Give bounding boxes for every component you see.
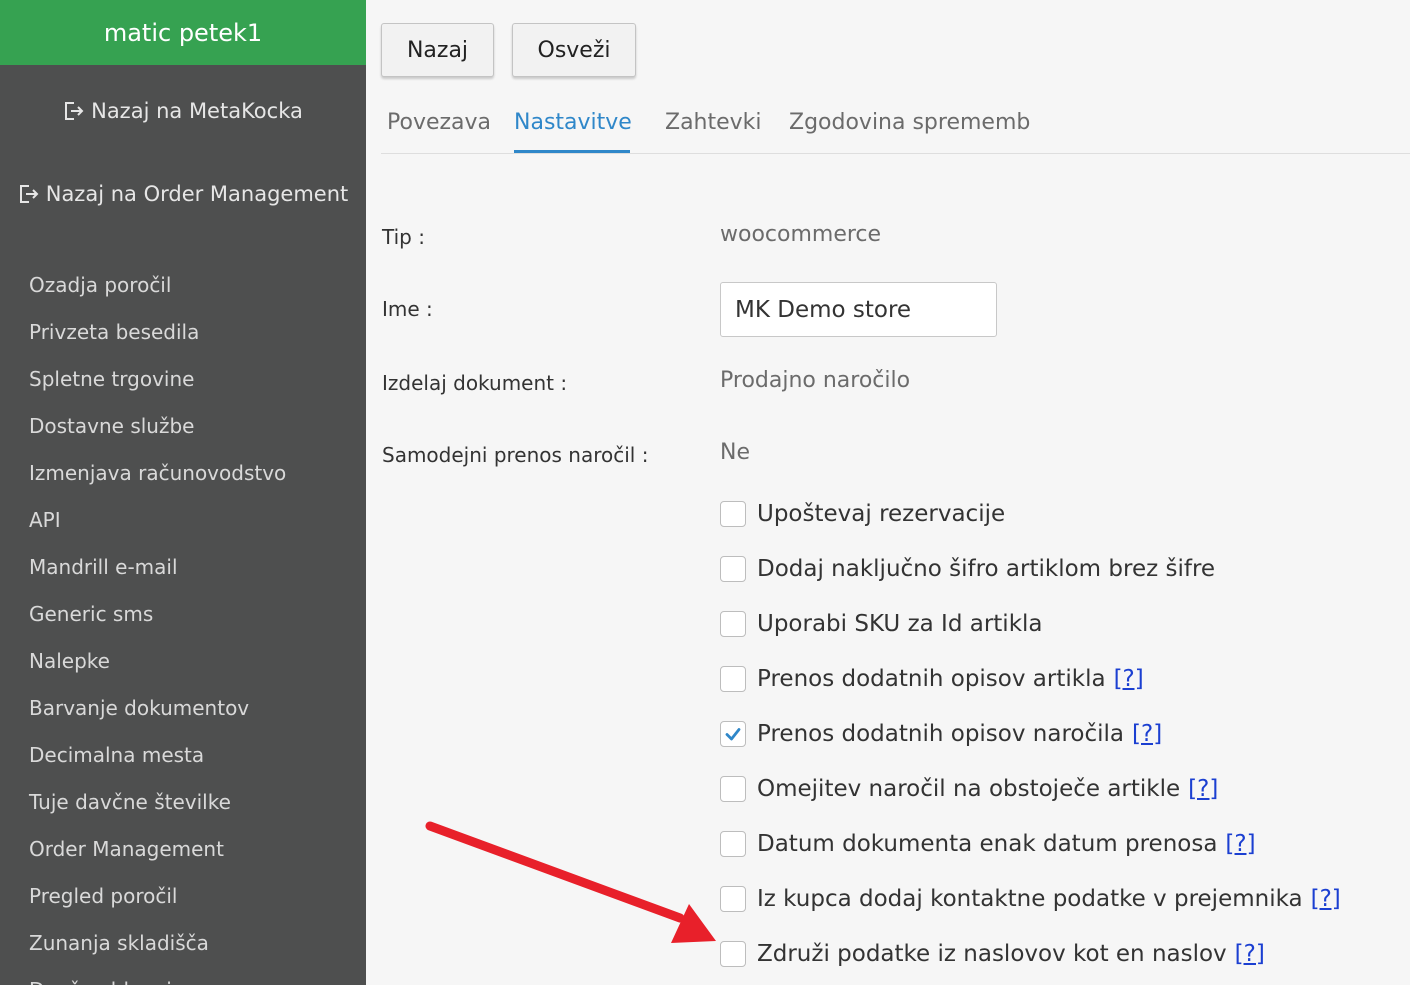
option-label: Omejitev naročil na obstoječe artikle (757, 775, 1181, 802)
checkbox[interactable] (720, 610, 746, 637)
checkbox[interactable] (720, 665, 746, 692)
sidebar-item-external-warehouses[interactable]: Zunanja skladišča (29, 920, 286, 967)
refresh-button[interactable]: Osveži (512, 23, 636, 77)
checkbox[interactable] (720, 940, 746, 967)
sidebar-item-tax-register[interactable]: Davčno blagajno (29, 967, 286, 985)
sidebar-item-delivery-services[interactable]: Dostavne službe (29, 403, 286, 450)
sidebar-item-decimal-places[interactable]: Decimalna mesta (29, 732, 286, 779)
option-document-date: Datum dokumenta enak datum prenosa [?] (720, 816, 1256, 871)
create-document-value: Prodajno naročilo (720, 368, 911, 393)
option-label: Uporabi SKU za Id artikla (757, 610, 1043, 637)
sidebar-item-document-coloring[interactable]: Barvanje dokumentov (29, 685, 286, 732)
option-use-sku: Uporabi SKU za Id artikla (720, 596, 1043, 651)
sidebar-item-generic-sms[interactable]: Generic sms (29, 591, 286, 638)
type-label: Tip : (382, 225, 425, 249)
user-name[interactable]: matic petek1 (0, 0, 366, 65)
back-to-order-management-link[interactable]: Nazaj na Order Management (0, 174, 366, 214)
checkbox[interactable] (720, 885, 746, 912)
checkbox[interactable] (720, 830, 746, 857)
sidebar-item-report-backgrounds[interactable]: Ozadja poročil (29, 262, 286, 309)
option-merge-addresses: Združi podatke iz naslovov kot en naslov… (720, 926, 1265, 981)
create-document-label: Izdelaj dokument : (382, 371, 568, 395)
option-label: Prenos dodatnih opisov artikla (757, 665, 1106, 692)
option-item-descriptions: Prenos dodatnih opisov artikla [?] (720, 651, 1144, 706)
sidebar-item-web-shops[interactable]: Spletne trgovine (29, 356, 286, 403)
main-content: Nazaj Osveži Povezava Nastavitve Zahtevk… (366, 0, 1410, 985)
help-link[interactable]: [?] (1132, 721, 1162, 747)
sidebar-item-api[interactable]: API (29, 497, 286, 544)
sidebar-item-default-texts[interactable]: Privzeta besedila (29, 309, 286, 356)
tab-change-history[interactable]: Zgodovina sprememb (789, 100, 1030, 150)
tab-connection[interactable]: Povezava (387, 100, 491, 150)
name-label: Ime : (382, 297, 433, 321)
help-link[interactable]: [?] (1311, 886, 1341, 912)
auto-transfer-value: Ne (720, 440, 750, 465)
option-respect-reservations: Upoštevaj rezervacije (720, 486, 1005, 541)
sidebar-item-report-overview[interactable]: Pregled poročil (29, 873, 286, 920)
back-to-metakocka-label: Nazaj na MetaKocka (91, 99, 303, 123)
help-link[interactable]: [?] (1114, 666, 1144, 692)
sign-out-icon (19, 185, 39, 203)
sign-out-icon (65, 102, 84, 120)
option-random-code: Dodaj naključno šifro artiklom brez šifr… (720, 541, 1215, 596)
option-order-descriptions: Prenos dodatnih opisov naročila [?] (720, 706, 1162, 761)
back-to-metakocka-link[interactable]: Nazaj na MetaKocka (0, 91, 366, 131)
type-value: woocommerce (720, 222, 882, 247)
option-label: Datum dokumenta enak datum prenosa (757, 830, 1218, 857)
tab-bar: Povezava Nastavitve Zahtevki Zgodovina s… (381, 100, 1410, 154)
sidebar-item-mandrill-email[interactable]: Mandrill e-mail (29, 544, 286, 591)
checkbox[interactable] (720, 775, 746, 802)
tab-settings[interactable]: Nastavitve (514, 100, 632, 153)
sidebar: matic petek1 Nazaj na MetaKocka Nazaj na… (0, 0, 366, 985)
name-input[interactable] (720, 282, 997, 337)
sidebar-menu: Ozadja poročil Privzeta besedila Spletne… (29, 262, 286, 985)
option-label: Iz kupca dodaj kontaktne podatke v preje… (757, 885, 1303, 912)
option-label: Prenos dodatnih opisov naročila (757, 720, 1125, 747)
option-limit-existing-items: Omejitev naročil na obstoječe artikle [?… (720, 761, 1218, 816)
sidebar-item-accounting-exchange[interactable]: Izmenjava računovodstvo (29, 450, 286, 497)
checkbox[interactable] (720, 555, 746, 582)
option-label: Upoštevaj rezervacije (757, 500, 1006, 527)
help-link[interactable]: [?] (1225, 831, 1255, 857)
auto-transfer-label: Samodejni prenos naročil : (382, 443, 649, 467)
sidebar-item-labels[interactable]: Nalepke (29, 638, 286, 685)
sidebar-item-order-management[interactable]: Order Management (29, 826, 286, 873)
help-link[interactable]: [?] (1188, 776, 1218, 802)
option-contact-to-recipient: Iz kupca dodaj kontaktne podatke v preje… (720, 871, 1341, 926)
back-button[interactable]: Nazaj (381, 23, 494, 77)
option-label: Dodaj naključno šifro artiklom brez šifr… (757, 555, 1216, 582)
checkmark-icon (725, 727, 741, 740)
option-label: Združi podatke iz naslovov kot en naslov (757, 940, 1227, 967)
sidebar-item-foreign-tax-numbers[interactable]: Tuje davčne številke (29, 779, 286, 826)
checkbox[interactable] (720, 500, 746, 527)
checkbox-checked[interactable] (720, 720, 746, 747)
back-to-order-management-label: Nazaj na Order Management (45, 182, 349, 206)
tab-requests[interactable]: Zahtevki (665, 100, 762, 150)
help-link[interactable]: [?] (1235, 941, 1265, 967)
